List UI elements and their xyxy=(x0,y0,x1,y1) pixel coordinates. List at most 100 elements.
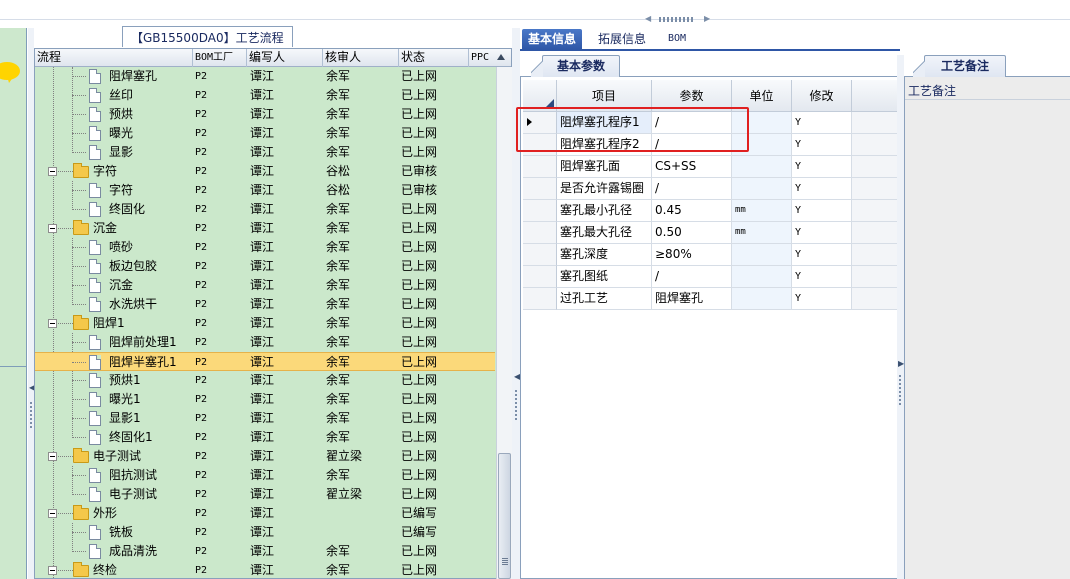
parameter-unit-cell[interactable]: mm xyxy=(732,222,792,244)
reviewer-cell: 余军 xyxy=(326,355,351,369)
grid-column-modify[interactable]: 修改 xyxy=(792,80,852,112)
tree-row[interactable]: 阻抗测试 P2 谭江 余军 已上网 xyxy=(35,466,495,485)
tree-row[interactable]: 水洗烘干 P2 谭江 余军 已上网 xyxy=(35,295,495,314)
parameter-value-cell[interactable]: 0.45 xyxy=(652,200,732,222)
row-indicator[interactable] xyxy=(523,178,557,200)
tab-process-flow[interactable]: 【GB15500DA0】工艺流程 xyxy=(122,26,293,47)
collapse-toggle-icon[interactable] xyxy=(48,319,57,328)
column-header-reviewer[interactable]: 核审人 xyxy=(323,49,399,67)
parameter-value-cell[interactable]: 阻焊塞孔 xyxy=(652,288,732,310)
parameter-unit-cell[interactable] xyxy=(732,244,792,266)
row-indicator[interactable] xyxy=(523,200,557,222)
parameter-modify-cell[interactable]: Y xyxy=(792,134,852,156)
tab-process-remark[interactable]: 工艺备注 xyxy=(912,55,1007,78)
collapse-right-arrow-icon[interactable]: ▶ xyxy=(704,15,710,23)
parameter-modify-cell[interactable]: Y xyxy=(792,222,852,244)
row-indicator[interactable] xyxy=(523,266,557,288)
tree-row[interactable]: 显影 P2 谭江 余军 已上网 xyxy=(35,143,495,162)
tree-row[interactable]: 显影1 P2 谭江 余军 已上网 xyxy=(35,409,495,428)
parameter-modify-cell[interactable]: Y xyxy=(792,288,852,310)
tab-basic-parameters[interactable]: 基本参数 xyxy=(530,55,621,78)
tree-row[interactable]: 终固化 P2 谭江 余军 已上网 xyxy=(35,200,495,219)
right-splitter[interactable]: ▶ xyxy=(897,55,904,579)
row-indicator[interactable] xyxy=(523,244,557,266)
grid-filler-cell xyxy=(852,222,899,244)
sort-ascending-icon[interactable] xyxy=(497,54,505,60)
column-header-flow[interactable]: 流程 xyxy=(35,49,193,67)
tree-row[interactable]: 预烘 P2 谭江 余军 已上网 xyxy=(35,105,495,124)
grid-column-filler xyxy=(852,80,899,112)
splitter-grip[interactable] xyxy=(899,375,901,405)
parameter-unit-cell[interactable] xyxy=(732,178,792,200)
tree-row[interactable]: 曝光 P2 谭江 余军 已上网 xyxy=(35,124,495,143)
tree-row[interactable]: 成品清洗 P2 谭江 余军 已上网 xyxy=(35,542,495,561)
tree-row[interactable]: 预烘1 P2 谭江 余军 已上网 xyxy=(35,371,495,390)
document-icon xyxy=(89,69,101,84)
tree-row[interactable]: 铣板 P2 谭江 已编写 xyxy=(35,523,495,542)
parameter-value-cell[interactable]: ≥80% xyxy=(652,244,732,266)
row-indicator[interactable] xyxy=(523,156,557,178)
reviewer-cell: 余军 xyxy=(326,88,351,102)
tab-extended-info[interactable]: 拓展信息 xyxy=(592,29,652,50)
collapse-toggle-icon[interactable] xyxy=(48,167,57,176)
reviewer-cell: 余军 xyxy=(326,240,351,254)
parameter-value-cell[interactable]: CS+SS xyxy=(652,156,732,178)
splitter-grip[interactable] xyxy=(30,400,32,428)
tab-basic-info[interactable]: 基本信息 xyxy=(522,29,583,50)
tree-guide-line xyxy=(72,190,86,191)
collapse-toggle-icon[interactable] xyxy=(48,452,57,461)
parameter-value-cell[interactable]: / xyxy=(652,178,732,200)
tree-folder-row[interactable]: 阻焊1 P2 谭江 余军 已上网 xyxy=(35,314,495,333)
folder-icon xyxy=(73,505,89,520)
collapse-toggle-icon[interactable] xyxy=(48,566,57,575)
tree-row[interactable]: 阻焊半塞孔1 P2 谭江 余军 已上网 xyxy=(35,352,495,371)
scrollbar-thumb[interactable] xyxy=(498,453,511,579)
collapse-toggle-icon[interactable] xyxy=(48,509,57,518)
tree-node-label: 预烘1 xyxy=(109,373,141,387)
parameter-unit-cell[interactable] xyxy=(732,266,792,288)
tab-bom[interactable]: BOM xyxy=(662,29,692,50)
tree-row[interactable]: 阻焊前处理1 P2 谭江 余军 已上网 xyxy=(35,333,495,352)
parameter-value-cell[interactable]: 0.50 xyxy=(652,222,732,244)
tree-node-label: 电子测试 xyxy=(109,487,158,501)
parameter-unit-cell[interactable] xyxy=(732,288,792,310)
tree-folder-row[interactable]: 字符 P2 谭江 谷松 已审核 xyxy=(35,162,495,181)
row-indicator[interactable] xyxy=(523,222,557,244)
tree-folder-row[interactable]: 电子测试 P2 谭江 翟立梁 已上网 xyxy=(35,447,495,466)
bom-factory-cell: P2 xyxy=(195,185,208,196)
column-header-status[interactable]: 状态 xyxy=(399,49,469,67)
column-header-bom-factory[interactable]: BOM工厂 xyxy=(193,49,247,67)
tree-tab-bar: 【GB15500DA0】工艺流程 xyxy=(34,24,512,48)
tree-folder-row[interactable]: 沉金 P2 谭江 余军 已上网 xyxy=(35,219,495,238)
parameter-item-cell: 塞孔深度 xyxy=(557,244,652,266)
tree-row[interactable]: 丝印 P2 谭江 余军 已上网 xyxy=(35,86,495,105)
tree-vertical-scrollbar[interactable] xyxy=(496,67,512,579)
collapse-left-arrow-icon[interactable]: ◀ xyxy=(645,15,651,23)
parameter-modify-cell[interactable]: Y xyxy=(792,266,852,288)
parameter-modify-cell[interactable]: Y xyxy=(792,200,852,222)
parameter-modify-cell[interactable]: Y xyxy=(792,112,852,134)
tree-row[interactable]: 电子测试 P2 谭江 翟立梁 已上网 xyxy=(35,485,495,504)
tree-row[interactable]: 曝光1 P2 谭江 余军 已上网 xyxy=(35,390,495,409)
parameter-modify-cell[interactable]: Y xyxy=(792,178,852,200)
parameter-value-cell[interactable]: / xyxy=(652,266,732,288)
parameter-modify-cell[interactable]: Y xyxy=(792,156,852,178)
tree-folder-row[interactable]: 终检 P2 谭江 余军 已上网 xyxy=(35,561,495,578)
tree-row[interactable]: 终固化1 P2 谭江 余军 已上网 xyxy=(35,428,495,447)
tree-folder-row[interactable]: 外形 P2 谭江 已编写 xyxy=(35,504,495,523)
parameter-modify-cell[interactable]: Y xyxy=(792,244,852,266)
column-header-author[interactable]: 编写人 xyxy=(247,49,323,67)
tree-row[interactable]: 字符 P2 谭江 谷松 已审核 xyxy=(35,181,495,200)
top-splitter-grip[interactable] xyxy=(659,17,695,22)
tree-row[interactable]: 喷砂 P2 谭江 余军 已上网 xyxy=(35,238,495,257)
collapse-toggle-icon[interactable] xyxy=(48,224,57,233)
tree-row[interactable]: 阻焊塞孔 P2 谭江 余军 已上网 xyxy=(35,67,495,86)
splitter-grip[interactable] xyxy=(515,390,517,420)
tree-row[interactable]: 沉金 P2 谭江 余军 已上网 xyxy=(35,276,495,295)
parameter-unit-cell[interactable] xyxy=(732,156,792,178)
tree-row[interactable]: 板边包胶 P2 谭江 余军 已上网 xyxy=(35,257,495,276)
parameter-unit-cell[interactable]: mm xyxy=(732,200,792,222)
row-indicator[interactable] xyxy=(523,288,557,310)
chat-bubble-icon[interactable] xyxy=(0,62,20,83)
reviewer-cell: 余军 xyxy=(326,430,351,444)
